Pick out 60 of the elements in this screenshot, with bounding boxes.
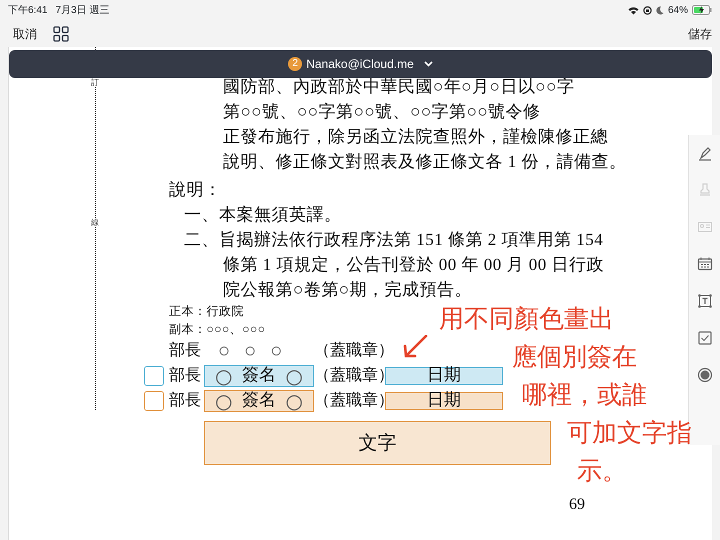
- moon-icon: [656, 6, 664, 14]
- signer-title: 部長: [169, 340, 202, 360]
- signature-field[interactable]: ○ 簽名 ○: [204, 390, 314, 412]
- wifi-icon: [628, 6, 639, 14]
- handwritten-line: 示。: [577, 455, 627, 487]
- calendar-icon[interactable]: [696, 256, 712, 272]
- cancel-button[interactable]: 取消: [13, 24, 37, 42]
- signer-title: 部長: [169, 366, 202, 386]
- signer-checkbox[interactable]: [144, 390, 164, 410]
- margin-mark: 訂: [91, 79, 99, 87]
- seal-note: （蓋職章）: [314, 340, 385, 360]
- rotation-lock-icon: [642, 6, 652, 14]
- radio-button-icon[interactable]: [696, 367, 712, 383]
- handwritten-line: 應個別簽在: [512, 341, 637, 373]
- seal-placeholder-text: ○: [286, 366, 303, 386]
- account-bar[interactable]: 2 Nanako@iCloud.me: [9, 50, 712, 78]
- text-line: 一、本案無須英譯。: [184, 204, 342, 226]
- margin-mark: 線: [91, 219, 99, 227]
- status-date: 7月3日 週三: [55, 4, 110, 18]
- seal-placeholder-text: ○: [215, 366, 232, 386]
- account-email: Nanako@iCloud.me: [306, 56, 414, 73]
- handwritten-line: 用不同顏色畫出: [439, 303, 614, 335]
- seal-placeholder-text: ○: [244, 340, 256, 360]
- page-number: 69: [569, 495, 586, 515]
- text-line: 國防部、內政部於中華民國○年○月○日以○○字: [223, 76, 574, 98]
- seal-note: （蓋職章）: [314, 366, 385, 386]
- text-field[interactable]: 文字: [204, 421, 551, 465]
- checkbox-icon[interactable]: [696, 330, 712, 346]
- text-line: 條第 1 項規定，公告刊登於 00 年 00 月 00 日行政: [223, 254, 604, 276]
- seal-placeholder-text: ○: [286, 390, 303, 410]
- seal-placeholder-text: ○: [215, 390, 232, 410]
- signer-title: 部長: [169, 390, 202, 410]
- text-line: 二、旨揭辦法依行政程序法第 151 條第 2 項準用第 154: [184, 229, 604, 251]
- seal-note: （蓋職章）: [314, 390, 385, 410]
- account-badge: 2: [288, 57, 302, 71]
- pen-icon[interactable]: [696, 145, 712, 161]
- handwritten-line: 可加文字指: [567, 417, 692, 449]
- signer-checkbox[interactable]: [144, 366, 164, 386]
- date-field[interactable]: 日期: [385, 366, 503, 384]
- text-line: 第○○號、○○字第○○號、○○字第○○號令修: [223, 101, 541, 123]
- text-box-icon[interactable]: [696, 293, 712, 309]
- field-label: 簽名: [242, 364, 276, 387]
- text-line: 副本：○○○、○○○: [169, 321, 266, 338]
- chevron-down-icon: [424, 61, 433, 67]
- seal-placeholder-text: ○: [218, 340, 230, 360]
- text-line: 正發布施行，除另函立法院查照外，謹檢陳修正總: [223, 126, 608, 148]
- arrow-drawing: [402, 335, 428, 359]
- text-line: 院公報第○卷第○期，完成預告。: [223, 279, 472, 301]
- seal-placeholder-text: ○: [270, 340, 282, 360]
- grid-icon[interactable]: [53, 26, 69, 42]
- text-line: 說明：: [169, 179, 222, 201]
- battery-percent: 64%: [668, 4, 688, 18]
- status-time: 下午6:41: [8, 4, 48, 18]
- text-line: 說明、修正條文對照表及修正條文各 1 份，請備查。: [223, 151, 626, 173]
- date-field[interactable]: 日期: [385, 392, 503, 410]
- field-label: 簽名: [242, 388, 276, 412]
- handwritten-line: 哪裡，或誰: [522, 379, 647, 411]
- text-line: 正本：行政院: [169, 303, 244, 320]
- signature-field[interactable]: ○ 簽名 ○: [204, 364, 314, 386]
- save-button[interactable]: 儲存: [688, 24, 712, 42]
